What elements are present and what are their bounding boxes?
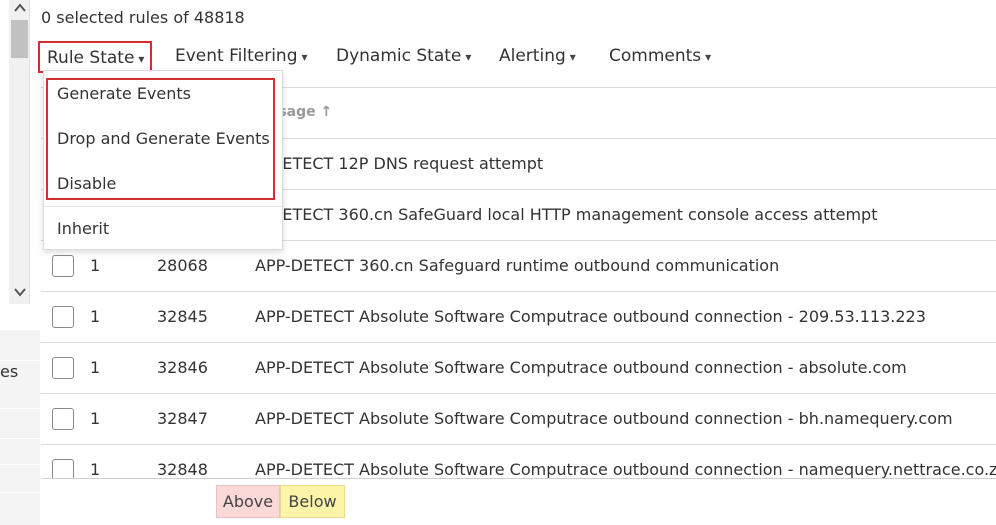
option-disable[interactable]: Disable [57,174,116,193]
row-checkbox[interactable] [52,306,74,328]
rule-state-menu[interactable]: Rule State ▾ [38,41,153,73]
comments-menu[interactable]: Comments ▾ [609,46,711,66]
left-panel-fragment: es [0,330,40,525]
rule-state-label: Rule State [47,48,135,68]
message-cell: APP-DETECT 360.cn Safeguard runtime outb… [255,256,780,275]
message-cell: P-DETECT 12P DNS request attempt [255,154,544,173]
divider [0,438,40,439]
table-row[interactable]: 1 32846 APP-DETECT Absolute Software Com… [41,342,996,393]
menu-divider [44,206,282,207]
table-bottom-border [41,478,996,479]
scroll-up-icon[interactable] [9,0,30,18]
row-checkbox[interactable] [52,357,74,379]
divider [0,492,40,493]
dynamic-state-menu[interactable]: Dynamic State ▾ [336,46,471,66]
table-row[interactable]: 1 32847 APP-DETECT Absolute Software Com… [41,393,996,444]
gid-cell: 1 [90,358,101,377]
message-cell: APP-DETECT Absolute Software Computrace … [255,409,953,428]
divider [0,464,40,465]
message-cell: APP-DETECT Absolute Software Computrace … [255,460,996,478]
row-checkbox[interactable] [52,459,74,478]
sid-cell: 32845 [157,307,208,326]
caret-down-icon: ▾ [138,52,145,66]
table-row[interactable]: 1 32848 APP-DETECT Absolute Software Com… [41,444,996,478]
message-cell: APP-DETECT Absolute Software Computrace … [255,307,926,326]
selection-count: 0 selected rules of 48818 [41,8,245,27]
rule-state-dropdown: Generate Events Drop and Generate Events… [43,70,283,250]
caret-down-icon: ▾ [569,50,576,64]
legend-below: Below [280,485,345,518]
row-checkbox[interactable] [52,408,74,430]
table-row[interactable]: 1 32845 APP-DETECT Absolute Software Com… [41,291,996,342]
left-panel-text: es [0,362,19,381]
event-filtering-label: Event Filtering [175,46,298,66]
alerting-label: Alerting [499,46,566,66]
gid-cell: 1 [90,409,101,428]
option-drop-and-generate-events[interactable]: Drop and Generate Events [57,129,270,148]
legend-above: Above [216,485,280,518]
caret-down-icon: ▾ [301,50,308,64]
vertical-scrollbar[interactable] [9,0,30,304]
gid-cell: 1 [90,256,101,275]
gid-cell: 1 [90,307,101,326]
alerting-menu[interactable]: Alerting ▾ [499,46,576,66]
sid-cell: 32848 [157,460,208,478]
divider [0,360,40,361]
caret-down-icon: ▾ [705,50,712,64]
scroll-down-icon[interactable] [9,284,30,302]
comments-label: Comments [609,46,702,66]
event-filtering-menu[interactable]: Event Filtering ▾ [175,46,308,66]
dynamic-state-label: Dynamic State [336,46,462,66]
gid-cell: 1 [90,460,101,478]
option-inherit[interactable]: Inherit [57,219,109,238]
row-checkbox[interactable] [52,255,74,277]
sid-cell: 28068 [157,256,208,275]
scrollbar-thumb[interactable] [11,20,28,58]
option-generate-events[interactable]: Generate Events [57,84,191,103]
sid-cell: 32846 [157,358,208,377]
message-cell: P-DETECT 360.cn SafeGuard local HTTP man… [255,205,878,224]
caret-down-icon: ▾ [465,50,472,64]
message-cell: APP-DETECT Absolute Software Computrace … [255,358,907,377]
sid-cell: 32847 [157,409,208,428]
divider [0,408,40,409]
